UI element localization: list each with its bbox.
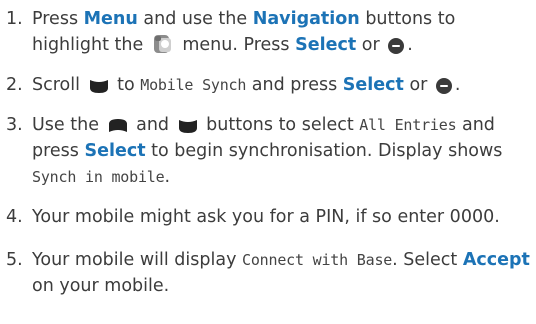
ok-button-icon: [435, 78, 452, 94]
step-3: 3. Use the and buttons to select All Ent…: [6, 112, 536, 190]
step-5: 5. Your mobile will display Connect with…: [6, 247, 536, 299]
step-text: Your mobile might ask you for a PIN, if …: [32, 207, 500, 227]
text-run: .: [454, 75, 461, 95]
text-run: . Select: [392, 250, 463, 270]
lcd-text: Mobile Synch: [140, 76, 247, 94]
text-run: and press: [246, 75, 343, 95]
select-key-label: Select: [295, 35, 357, 55]
scroll-down-icon: [89, 78, 109, 94]
text-run: Press: [32, 9, 84, 29]
text-run: .: [164, 167, 171, 187]
lcd-text: Synch in mobile: [32, 168, 165, 186]
text-run: Scroll: [32, 75, 86, 95]
text-run: to begin synchronisation. Display shows: [145, 141, 503, 161]
step-4: 4. Your mobile might ask you for a PIN, …: [6, 204, 536, 230]
step-number: 3.: [6, 115, 23, 135]
step-number: 1.: [6, 9, 23, 29]
scroll-down-icon: [178, 118, 198, 134]
lcd-text: Connect with Base: [242, 251, 393, 269]
navigation-key-label: Navigation: [252, 9, 360, 29]
text-run: to: [111, 75, 141, 95]
select-key-label: Select: [342, 75, 404, 95]
text-run: on your mobile.: [32, 276, 170, 296]
select-key-label: Select: [84, 141, 146, 161]
step-text: Use the and buttons to select All Entrie…: [32, 112, 536, 190]
text-run: menu. Press: [176, 35, 296, 55]
text-run: .: [407, 35, 413, 55]
step-1: 1. Press Menu and use the Navigation but…: [6, 6, 536, 58]
text-run: or: [403, 75, 433, 95]
text-run: Use the: [32, 115, 105, 135]
phonebook-synch-icon: [152, 34, 174, 54]
text-run: buttons to select: [200, 115, 360, 135]
lcd-text: All Entries: [359, 116, 457, 134]
text-run: Your mobile will display: [32, 250, 242, 270]
step-number: 2.: [6, 75, 23, 95]
ok-button-icon: [388, 38, 405, 54]
step-number: 4.: [6, 207, 23, 227]
accept-key-label: Accept: [462, 250, 530, 270]
step-text: Your mobile will display Connect with Ba…: [32, 247, 536, 299]
step-text: Scroll to Mobile Synch and press Select …: [32, 72, 536, 98]
text-run: and use the: [137, 9, 253, 29]
step-number: 5.: [6, 250, 23, 270]
text-run: or: [356, 35, 386, 55]
text-run: and: [130, 115, 175, 135]
step-2: 2. Scroll to Mobile Synch and press Sele…: [6, 72, 536, 98]
scroll-up-icon: [108, 118, 128, 134]
menu-key-label: Menu: [83, 9, 138, 29]
step-text: Press Menu and use the Navigation button…: [32, 6, 536, 58]
instruction-steps: 1. Press Menu and use the Navigation but…: [0, 0, 536, 299]
